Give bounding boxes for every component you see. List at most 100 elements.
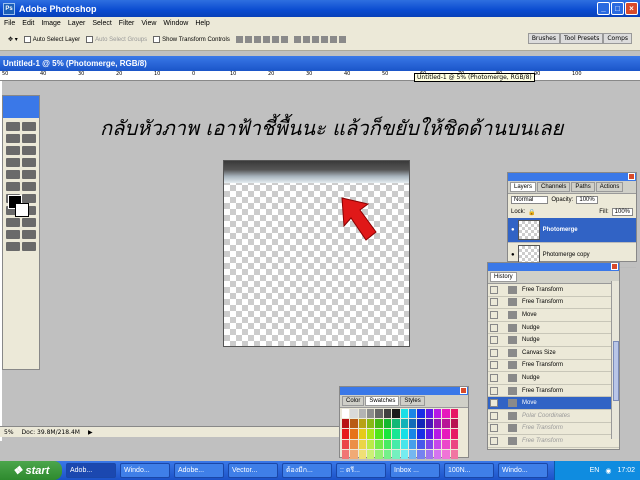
well-tab-tool-presets[interactable]: Tool Presets	[559, 33, 604, 44]
color-swatch[interactable]	[400, 449, 408, 459]
history-item[interactable]: Nudge	[488, 322, 619, 335]
color-swatch[interactable]	[433, 439, 442, 449]
hand-tool-icon[interactable]	[6, 242, 20, 251]
color-swatch[interactable]	[425, 419, 433, 429]
color-swatch[interactable]	[417, 419, 425, 429]
color-swatch[interactable]	[425, 439, 433, 449]
history-item[interactable]: Nudge	[488, 334, 619, 347]
tab-swatches[interactable]: Swatches	[365, 396, 400, 406]
color-swatch[interactable]	[417, 429, 425, 439]
snapshot-box[interactable]	[490, 348, 498, 357]
color-swatch[interactable]	[408, 439, 417, 449]
swatch-grid[interactable]	[342, 409, 458, 459]
close-icon[interactable]	[611, 263, 618, 270]
color-swatch[interactable]	[383, 419, 392, 429]
align-icons[interactable]	[235, 36, 288, 43]
history-item[interactable]: Free Transform	[488, 435, 619, 448]
taskbar-item[interactable]: Vector...	[228, 463, 278, 478]
taskbar-item[interactable]: Windo...	[498, 463, 548, 478]
color-swatch[interactable]	[358, 429, 367, 439]
taskbar-item[interactable]: Adob...	[66, 463, 116, 478]
distribute-icon[interactable]	[329, 36, 337, 43]
color-swatch[interactable]	[408, 429, 417, 439]
color-swatch[interactable]	[367, 449, 375, 459]
dodge-tool-icon[interactable]	[22, 194, 36, 203]
taskbar-item[interactable]: Windo...	[120, 463, 170, 478]
move-tool-icon[interactable]: ✥ ▾	[8, 36, 18, 43]
color-swatch[interactable]	[392, 419, 400, 429]
close-icon[interactable]	[628, 173, 635, 180]
color-swatch[interactable]	[375, 439, 383, 449]
color-swatch[interactable]	[358, 419, 367, 429]
snapshot-box[interactable]	[490, 285, 498, 294]
snapshot-box[interactable]	[490, 436, 498, 445]
history-item[interactable]: Nudge	[488, 372, 619, 385]
color-swatch[interactable]	[350, 439, 358, 449]
history-item[interactable]: Free Transform	[488, 385, 619, 398]
menu-file[interactable]: File	[4, 20, 15, 27]
distribute-icon[interactable]	[320, 36, 328, 43]
color-swatch[interactable]	[450, 419, 458, 429]
align-icon[interactable]	[244, 36, 252, 43]
align-icon[interactable]	[253, 36, 261, 43]
color-swatch[interactable]	[392, 409, 400, 419]
close-icon[interactable]	[460, 387, 467, 394]
menu-image[interactable]: Image	[41, 20, 60, 27]
color-swatch[interactable]	[442, 409, 450, 419]
color-swatch[interactable]	[442, 449, 450, 459]
layer-row[interactable]: ● Photomerge	[508, 218, 636, 243]
color-swatch[interactable]	[383, 409, 392, 419]
color-swatch[interactable]	[383, 429, 392, 439]
color-swatch[interactable]	[450, 439, 458, 449]
color-swatch[interactable]	[375, 419, 383, 429]
snapshot-box[interactable]	[490, 323, 498, 332]
color-swatch[interactable]	[417, 449, 425, 459]
auto-select-groups-option[interactable]: Auto Select Groups	[86, 35, 147, 43]
pen-tool-icon[interactable]	[6, 218, 20, 227]
crop-tool-icon[interactable]	[6, 146, 20, 155]
minimize-icon[interactable]: _	[597, 2, 610, 15]
history-item[interactable]: Canvas Size	[488, 347, 619, 360]
color-swatch[interactable]	[442, 429, 450, 439]
maximize-icon[interactable]: □	[611, 2, 624, 15]
color-swatch[interactable]	[375, 449, 383, 459]
history-state-marker[interactable]	[490, 399, 498, 408]
color-swatch[interactable]	[433, 409, 442, 419]
color-swatch[interactable]	[342, 409, 350, 419]
history-item-selected[interactable]: Move	[488, 397, 619, 410]
color-swatch[interactable]	[342, 429, 350, 439]
color-swatch[interactable]	[408, 419, 417, 429]
opacity-field[interactable]: 100%	[576, 196, 598, 204]
snapshot-box[interactable]	[490, 386, 498, 395]
history-scrollbar[interactable]	[611, 281, 619, 439]
tab-styles[interactable]: Styles	[400, 396, 425, 406]
align-icon[interactable]	[271, 36, 279, 43]
color-swatch[interactable]	[375, 429, 383, 439]
color-swatch[interactable]	[367, 419, 375, 429]
history-brush-tool-icon[interactable]	[22, 170, 36, 179]
color-swatch[interactable]	[350, 449, 358, 459]
snapshot-box[interactable]	[490, 310, 498, 319]
snapshot-box[interactable]	[490, 361, 498, 370]
history-item[interactable]: Move	[488, 309, 619, 322]
color-swatch[interactable]	[342, 419, 350, 429]
color-swatch[interactable]	[417, 439, 425, 449]
history-item[interactable]: Free Transform	[488, 360, 619, 373]
color-swatch[interactable]	[433, 419, 442, 429]
tray-icon[interactable]: ◉	[605, 467, 611, 475]
color-swatch[interactable]	[392, 429, 400, 439]
color-swatch[interactable]	[425, 449, 433, 459]
align-icon[interactable]	[235, 36, 243, 43]
snapshot-box[interactable]	[490, 424, 498, 433]
color-swatch[interactable]	[425, 409, 433, 419]
color-swatch[interactable]	[400, 429, 408, 439]
color-swatch[interactable]	[433, 449, 442, 459]
color-swatch[interactable]	[442, 439, 450, 449]
well-tab-brushes[interactable]: Brushes	[527, 33, 560, 44]
history-item[interactable]: Polar Coordinates	[488, 410, 619, 423]
horizontal-ruler[interactable]: 50 40 30 20 10 0 10 20 30 40 50 60 70 80…	[0, 71, 640, 81]
brush-tool-icon[interactable]	[22, 158, 36, 167]
distribute-icon[interactable]	[302, 36, 310, 43]
menu-filter[interactable]: Filter	[119, 20, 135, 27]
color-swatch[interactable]	[367, 439, 375, 449]
